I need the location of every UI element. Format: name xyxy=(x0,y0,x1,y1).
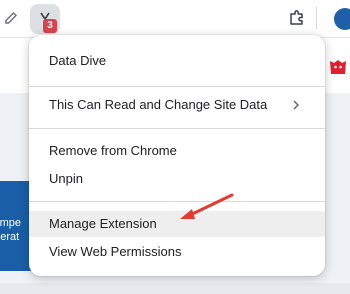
browser-toolbar: 3 xyxy=(0,0,350,38)
puzzle-icon[interactable] xyxy=(287,8,307,28)
menu-item-remove-from-chrome[interactable]: Remove from Chrome xyxy=(29,138,325,164)
chevron-right-icon xyxy=(293,100,299,110)
toolbar-divider xyxy=(316,7,317,29)
brand-logo-icon xyxy=(330,60,346,74)
page-bottom-strip xyxy=(0,283,350,294)
extension-button[interactable]: 3 xyxy=(30,4,60,34)
menu-item-data-dive[interactable]: Data Dive xyxy=(29,48,325,74)
pencil-icon[interactable] xyxy=(2,9,20,27)
profile-avatar[interactable] xyxy=(334,8,350,30)
menu-divider xyxy=(29,86,325,87)
promo-card-text-1: compe xyxy=(0,217,22,229)
extension-context-menu: Data Dive This Can Read and Change Site … xyxy=(29,35,325,276)
menu-item-label: View Web Permissions xyxy=(49,244,182,259)
menu-item-label: Manage Extension xyxy=(49,216,157,231)
menu-item-view-web-permissions[interactable]: View Web Permissions xyxy=(29,239,325,265)
menu-item-label: This Can Read and Change Site Data xyxy=(49,97,268,112)
menu-item-label: Data Dive xyxy=(49,53,107,68)
annotation-arrow-icon xyxy=(180,193,234,219)
menu-item-label: Remove from Chrome xyxy=(49,143,177,158)
menu-divider xyxy=(29,128,325,129)
extension-badge: 3 xyxy=(43,19,57,33)
menu-item-label: Unpin xyxy=(49,171,83,186)
promo-card-text-2: enerat xyxy=(0,231,20,243)
menu-item-site-access[interactable]: This Can Read and Change Site Data xyxy=(29,92,325,118)
